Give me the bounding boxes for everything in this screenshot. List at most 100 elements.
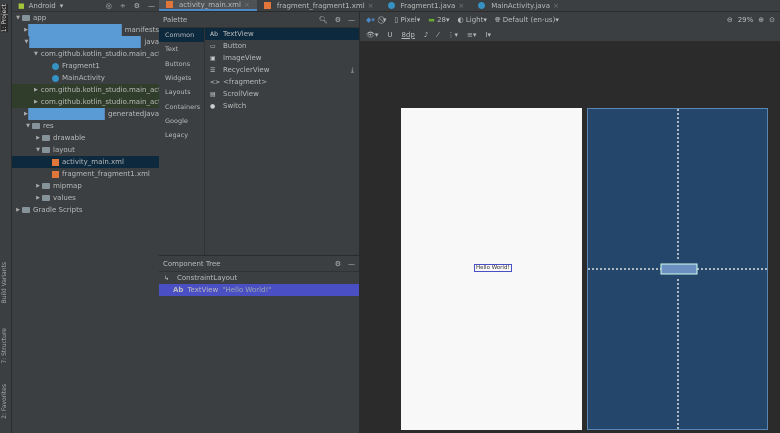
collapsed-arrow-icon[interactable]: ▶ (34, 99, 38, 105)
autoconnect-icon[interactable]: U (387, 31, 392, 39)
download-icon[interactable]: ⤓ (351, 66, 354, 75)
minimize-icon[interactable]: — (148, 2, 155, 10)
palette-category[interactable]: Buttons (159, 57, 204, 71)
api-select[interactable]: ▬ 28▾ (428, 16, 449, 24)
gear-icon[interactable]: ⚙ (335, 16, 341, 24)
expanded-arrow-icon[interactable]: ▼ (34, 147, 42, 153)
locale-label: Default (en-us) (502, 15, 556, 24)
palette-item[interactable]: ● Switch (205, 100, 359, 112)
tree-item[interactable]: ▶ generatedJava (12, 108, 159, 120)
xml-icon (263, 2, 271, 9)
tree-item[interactable]: MainActivity (12, 72, 159, 84)
zoom-out-icon[interactable]: ⊖ (727, 16, 733, 24)
baseline-icon[interactable]: I▾ (485, 31, 491, 39)
align-icon[interactable]: ≡▾ (467, 31, 476, 39)
collapsed-arrow-icon[interactable]: ▶ (34, 183, 42, 189)
locale-select[interactable]: 🌐︎ Default (en-us)▾ (495, 16, 559, 25)
tree-item[interactable]: ▼ java (12, 36, 159, 48)
palette-category[interactable]: Google (159, 114, 204, 128)
gear-icon[interactable]: ⚙ (335, 260, 341, 268)
tree-item[interactable]: ▶com.github.kotlin_studio.main_activity (12, 84, 159, 96)
palette-item-label: ImageView (223, 54, 262, 62)
gear-icon[interactable]: ⚙ (134, 2, 140, 10)
build-variants-tool-button[interactable]: Build Variants (1, 262, 8, 303)
palette-category[interactable]: Common (159, 28, 204, 43)
search-icon[interactable]: 🔍︎ (319, 16, 328, 24)
minimize-icon[interactable]: — (348, 260, 355, 268)
expanded-arrow-icon[interactable]: ▼ (24, 123, 32, 129)
tree-item[interactable]: fragment_fragment1.xml (12, 168, 159, 180)
design-surface-icon[interactable]: ◆▾ (366, 16, 375, 24)
editor-tab[interactable]: Fragment1.java × (381, 0, 472, 11)
minimize-icon[interactable]: — (348, 16, 355, 24)
tree-item[interactable]: ▶com.github.kotlin_studio.main_activity (12, 96, 159, 108)
folder-blue-icon (27, 108, 106, 120)
palette-category[interactable]: Widgets (159, 71, 204, 85)
tree-item[interactable]: ▶ manifests (12, 24, 159, 36)
tree-item[interactable]: ▶ values (12, 192, 159, 204)
locate-icon[interactable]: ◎ (106, 2, 112, 10)
chevron-down-icon[interactable]: ▾ (60, 2, 64, 10)
tree-item-textview[interactable]: Ab TextView "Hello World!" (159, 284, 359, 296)
project-view-select[interactable]: Android (29, 2, 56, 10)
palette-category[interactable]: Legacy (159, 128, 204, 142)
tree-item[interactable]: ▶ drawable (12, 132, 159, 144)
clear-constraints-icon[interactable]: ♪ (424, 31, 428, 39)
tree-item[interactable]: ▼com.github.kotlin_studio.main_activity (12, 48, 159, 60)
tree-item[interactable]: ▼ res (12, 120, 159, 132)
device-select[interactable]: ▯ Pixel▾ (394, 16, 420, 24)
project-tool-button[interactable]: 1: Project (1, 4, 8, 33)
palette-item[interactable]: Ab TextView (205, 28, 359, 40)
editor-tab[interactable]: fragment_fragment1.xml × (257, 0, 381, 11)
close-icon[interactable]: × (458, 2, 464, 10)
tree-item[interactable]: ▶ Gradle Scripts (12, 204, 159, 216)
editor-tab[interactable]: MainActivity.java × (471, 0, 566, 11)
orientation-icon[interactable]: ⃠▾ (383, 16, 387, 25)
guidelines-icon[interactable]: ⋮▾ (448, 31, 459, 39)
collapsed-arrow-icon[interactable]: ▶ (34, 87, 38, 93)
textview-blueprint[interactable] (660, 263, 698, 275)
theme-select[interactable]: ◐ Light▾ (458, 16, 487, 24)
palette-categories: Common Text Buttons Widgets Layouts Container… (159, 28, 205, 255)
tab-label: fragment_fragment1.xml (276, 1, 365, 10)
editor-tab[interactable]: activity_main.xml × (159, 0, 257, 11)
tree-item-label: Fragment1 (62, 62, 100, 70)
collapsed-arrow-icon[interactable]: ▶ (34, 135, 42, 141)
view-options-icon[interactable]: 👁︎▾ (366, 31, 378, 39)
favorites-tool-button[interactable]: 2: Favorites (1, 384, 8, 419)
palette-item[interactable]: ▣ ImageView (205, 52, 359, 64)
palette-item[interactable]: ▭ Button (205, 40, 359, 52)
infer-constraints-icon[interactable]: ⁄ (437, 31, 438, 39)
zoom-in-icon[interactable]: ⊕ (758, 16, 764, 24)
default-margin[interactable]: 8dp (402, 31, 415, 39)
expanded-arrow-icon[interactable]: ▼ (14, 15, 22, 21)
tree-item[interactable]: ▼ layout (12, 144, 159, 156)
palette-category[interactable]: Text (159, 42, 204, 56)
textview-icon: Ab (210, 30, 218, 38)
close-icon[interactable]: × (553, 2, 559, 10)
hello-world-textview[interactable]: Hello World! (474, 264, 512, 272)
switch-icon: ● (210, 102, 216, 110)
tree-item[interactable]: ▼ app (12, 12, 159, 24)
palette-item-label: RecyclerView (223, 66, 270, 74)
palette-item[interactable]: ▤ ScrollView (205, 88, 359, 100)
zoom-fit-icon[interactable]: ⊙ (769, 16, 775, 24)
palette-item[interactable]: <> <fragment> (205, 76, 359, 88)
expanded-arrow-icon[interactable]: ▼ (34, 51, 38, 57)
tree-item[interactable]: ▶ mipmap (12, 180, 159, 192)
collapsed-arrow-icon[interactable]: ▶ (34, 195, 42, 201)
tree-item[interactable]: Fragment1 (12, 60, 159, 72)
palette-items: Ab TextView ▭ Button ▣ ImageView ☰ RecyclerView… (205, 28, 359, 255)
collapsed-arrow-icon[interactable]: ▶ (14, 207, 22, 213)
close-icon[interactable]: × (244, 1, 250, 9)
collapse-icon[interactable]: ÷ (120, 2, 126, 10)
palette-category[interactable]: Layouts (159, 85, 204, 99)
tree-item-constraintlayout[interactable]: ↳ ConstraintLayout (159, 272, 359, 284)
tree-item-label: com.github.kotlin_studio.main_activity (40, 50, 159, 58)
tree-item[interactable]: activity_main.xml (12, 156, 159, 168)
palette-category[interactable]: Containers (159, 99, 204, 113)
tree-item-label: res (43, 122, 54, 130)
close-icon[interactable]: × (368, 2, 374, 10)
palette-item[interactable]: ☰ RecyclerView (205, 64, 359, 76)
structure-tool-button[interactable]: 7: Structure (1, 328, 8, 364)
